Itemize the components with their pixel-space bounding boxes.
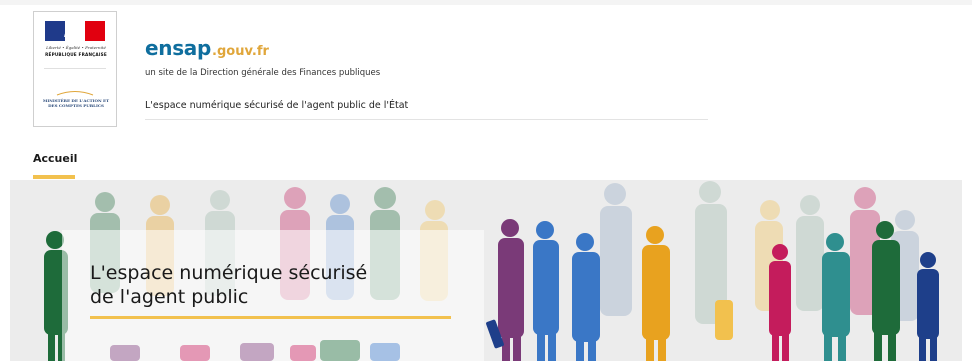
- hero-title: L'espace numérique sécurisé de l'agent p…: [90, 261, 470, 309]
- hero-title-line1: L'espace numérique sécurisé: [90, 262, 368, 284]
- marianne-profile-icon: [64, 26, 75, 37]
- top-bar: [0, 0, 972, 5]
- hero-title-line2: de l'agent public: [90, 286, 249, 308]
- ministry-emblem-icon: [56, 91, 94, 96]
- logo-divider: [44, 68, 106, 69]
- site-tagline: un site de la Direction générale des Fin…: [145, 68, 381, 78]
- nav-active-indicator: [33, 175, 75, 179]
- logo-motto: Liberté • Égalité • Fraternité: [46, 45, 106, 50]
- header-divider: [145, 119, 708, 120]
- logo-republic: RÉPUBLIQUE FRANÇAISE: [45, 52, 107, 57]
- brand-name: ensap: [145, 36, 212, 60]
- site-brand-link[interactable]: ensap.gouv.fr: [145, 36, 269, 60]
- logo-ministry: MINISTÈRE DE L'ACTION ET DES COMPTES PUB…: [42, 98, 110, 108]
- marianne-logo[interactable]: Liberté • Égalité • Fraternité RÉPUBLIQU…: [33, 11, 117, 127]
- hero-accent-line: [90, 316, 451, 319]
- nav-item-accueil[interactable]: Accueil: [33, 152, 77, 165]
- site-subtitle: L'espace numérique sécurisé de l'agent p…: [145, 100, 409, 111]
- hero-banner: L'espace numérique sécurisé de l'agent p…: [10, 180, 962, 361]
- brand-domain: .gouv.fr: [212, 44, 269, 59]
